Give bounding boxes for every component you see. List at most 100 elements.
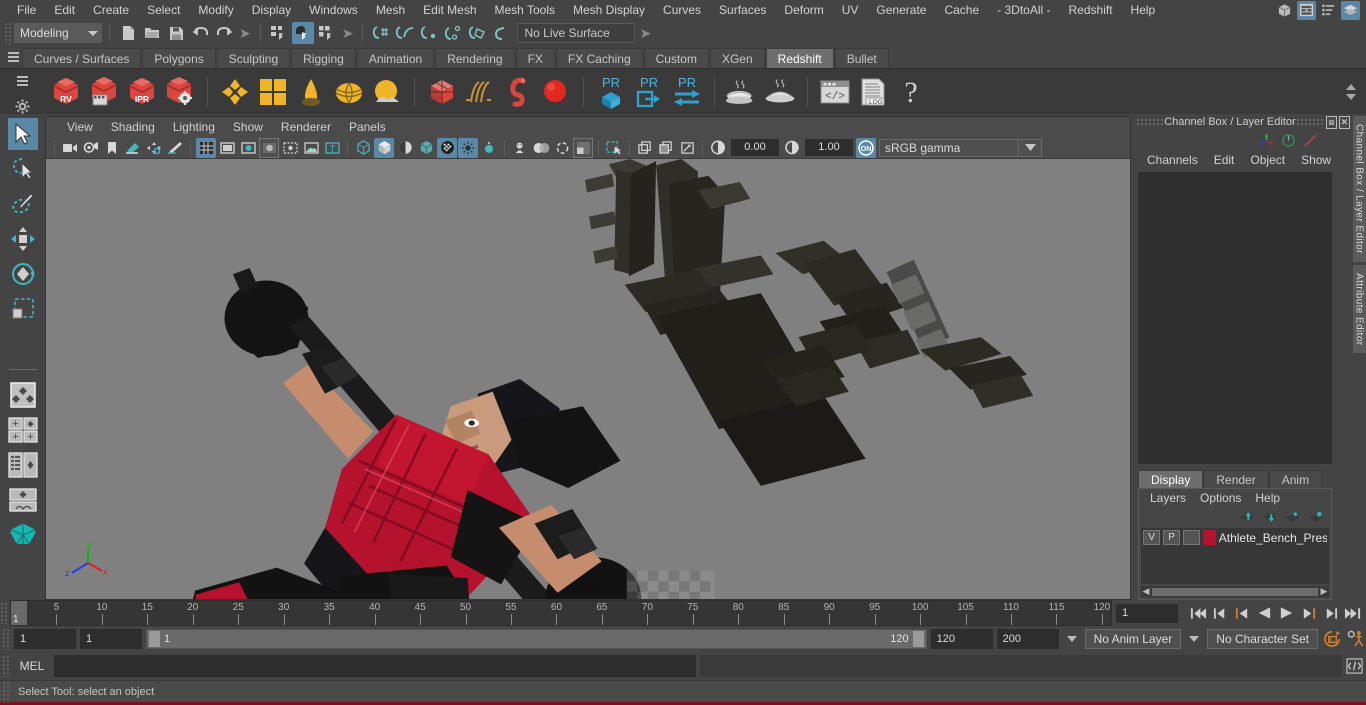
layer-menu-layers[interactable]: Layers bbox=[1143, 489, 1193, 508]
channel-box-icon[interactable] bbox=[1341, 0, 1360, 20]
range-bar[interactable]: 1 120 bbox=[146, 629, 927, 649]
tab-anim[interactable]: Anim bbox=[1268, 470, 1323, 488]
snap-to-view-plane-icon[interactable] bbox=[466, 22, 488, 44]
menu-windows[interactable]: Windows bbox=[300, 0, 367, 20]
field-chart-icon[interactable]: T bbox=[322, 138, 342, 158]
anim-layer-selector[interactable]: No Anim Layer bbox=[1084, 629, 1182, 649]
film-origin-icon[interactable] bbox=[280, 138, 300, 158]
select-tool[interactable] bbox=[7, 118, 38, 150]
tool-settings-icon[interactable] bbox=[1319, 1, 1338, 20]
menu-create[interactable]: Create bbox=[84, 0, 138, 20]
layer-list-horizontal-scrollbar[interactable]: ◀ ▶ bbox=[1141, 586, 1329, 597]
menu-deform[interactable]: Deform bbox=[775, 0, 832, 20]
shelf-tab-animation[interactable]: Animation bbox=[356, 48, 435, 68]
xray-joints-icon[interactable] bbox=[656, 138, 676, 158]
layer-playback-toggle[interactable]: P bbox=[1163, 530, 1181, 545]
viewport-menu-renderer[interactable]: Renderer bbox=[272, 117, 340, 137]
save-scene-icon[interactable] bbox=[165, 22, 187, 44]
time-slider-current-frame-marker[interactable]: 1 bbox=[11, 601, 27, 625]
snap-to-projected-center-icon[interactable] bbox=[442, 22, 464, 44]
shelf-tab-custom[interactable]: Custom bbox=[643, 48, 709, 68]
menu-edit-mesh[interactable]: Edit Mesh bbox=[414, 0, 485, 20]
animation-end-field[interactable]: 200 bbox=[996, 629, 1059, 649]
move-tool[interactable] bbox=[8, 223, 38, 255]
viewport-menu-show[interactable]: Show bbox=[224, 117, 272, 137]
redshift-script-icon[interactable]: </> bbox=[817, 72, 853, 112]
redshift-volume-icon[interactable] bbox=[500, 72, 536, 112]
side-tab-attribute-editor[interactable]: Attribute Editor bbox=[1352, 264, 1366, 354]
menu-curves[interactable]: Curves bbox=[654, 0, 710, 20]
grease-pencil-icon[interactable] bbox=[165, 138, 185, 158]
select-by-object-type-icon[interactable] bbox=[291, 22, 314, 44]
range-start-field[interactable]: 1 bbox=[80, 629, 142, 649]
smooth-shade-icon[interactable] bbox=[374, 137, 394, 158]
tab-display[interactable]: Display bbox=[1138, 470, 1204, 488]
shelf-tab-polygons[interactable]: Polygons bbox=[142, 48, 216, 68]
menu-uv[interactable]: UV bbox=[833, 0, 868, 20]
flat-shade-icon[interactable] bbox=[416, 138, 436, 158]
command-input-field[interactable] bbox=[54, 655, 696, 677]
scale-tool[interactable] bbox=[8, 293, 38, 325]
shelf-tab-sculpting[interactable]: Sculpting bbox=[216, 48, 291, 68]
channel-box-menu-show[interactable]: Show bbox=[1294, 150, 1338, 170]
select-camera-icon[interactable] bbox=[60, 138, 80, 158]
command-line-grip[interactable] bbox=[2, 655, 10, 677]
redshift-sphere-icon[interactable] bbox=[538, 72, 574, 112]
step-back-keyframe-icon[interactable] bbox=[1210, 603, 1230, 623]
camera-attributes-icon[interactable] bbox=[81, 138, 101, 158]
shelf-tab-rigging[interactable]: Rigging bbox=[291, 48, 356, 68]
play-backwards-icon[interactable] bbox=[1254, 603, 1274, 623]
restore-button[interactable]: ⧈ bbox=[1325, 115, 1337, 129]
menu-mesh-display[interactable]: Mesh Display bbox=[564, 0, 654, 20]
use-default-light-icon[interactable] bbox=[458, 137, 478, 158]
shelf-scroll-up-icon[interactable] bbox=[1346, 83, 1356, 90]
auto-key-icon[interactable] bbox=[1322, 629, 1342, 649]
layer-menu-help[interactable]: Help bbox=[1248, 489, 1287, 508]
use-all-lights-icon[interactable] bbox=[479, 138, 499, 158]
screen-space-ao-icon[interactable] bbox=[531, 138, 551, 158]
hypershade-persp-layout[interactable] bbox=[8, 484, 38, 516]
color-management-icon[interactable]: ON bbox=[856, 137, 876, 158]
snap-to-grid-icon[interactable] bbox=[370, 22, 392, 44]
resolution-gate-icon[interactable] bbox=[238, 138, 258, 158]
status-line-grip[interactable] bbox=[4, 22, 12, 44]
redshift-bake-set-icon[interactable] bbox=[762, 72, 798, 112]
menu-surfaces[interactable]: Surfaces bbox=[710, 0, 775, 20]
bookmark-icon[interactable] bbox=[102, 138, 122, 158]
rotate-tool[interactable] bbox=[8, 258, 38, 290]
menu-mesh-tools[interactable]: Mesh Tools bbox=[486, 0, 564, 20]
panel-grip-right[interactable] bbox=[1295, 118, 1324, 126]
menu-mesh[interactable]: Mesh bbox=[367, 0, 414, 20]
toolbar-collapse-handle[interactable]: ➤ bbox=[237, 25, 253, 42]
channel-box-menu-channels[interactable]: Channels bbox=[1140, 150, 1205, 170]
outliner-persp-layout[interactable] bbox=[7, 449, 38, 481]
redshift-bokeh-icon[interactable] bbox=[293, 72, 329, 112]
menu-edit[interactable]: Edit bbox=[45, 0, 84, 20]
redshift-dome-light-icon[interactable] bbox=[331, 72, 367, 112]
shelf-settings-icon[interactable] bbox=[15, 98, 30, 114]
menu-display[interactable]: Display bbox=[243, 0, 300, 20]
gamma-icon[interactable] bbox=[782, 138, 802, 158]
status-bar-grip[interactable] bbox=[2, 680, 10, 703]
move-axis-icon[interactable] bbox=[1259, 133, 1274, 148]
scale-icon[interactable] bbox=[1303, 133, 1318, 148]
command-result-field[interactable] bbox=[700, 655, 1342, 677]
range-slider-grip[interactable] bbox=[2, 628, 10, 650]
shaded-wireframe-icon[interactable] bbox=[395, 138, 415, 158]
toolbar-collapse-handle[interactable]: ➤ bbox=[637, 25, 653, 42]
step-forward-frame-icon[interactable] bbox=[1298, 603, 1318, 623]
step-back-frame-icon[interactable] bbox=[1232, 603, 1252, 623]
redshift-ipr-icon[interactable]: IPR bbox=[124, 72, 160, 112]
snap-to-curve-icon[interactable] bbox=[394, 22, 416, 44]
perspective-viewport[interactable]: y x z persp bbox=[46, 159, 1130, 599]
gamma-value-field[interactable]: 1.00 bbox=[805, 139, 853, 156]
color-profile-chevron-down-icon[interactable] bbox=[1020, 138, 1042, 157]
modeling-toolkit-icon[interactable] bbox=[1275, 1, 1294, 20]
single-perspective-layout[interactable] bbox=[8, 379, 38, 411]
go-to-end-icon[interactable] bbox=[1342, 603, 1362, 623]
shelf-tab-fx[interactable]: FX bbox=[515, 48, 555, 68]
animation-start-field[interactable]: 1 bbox=[14, 629, 76, 649]
channel-box-content[interactable] bbox=[1138, 172, 1332, 464]
select-by-component-type-icon[interactable] bbox=[316, 22, 338, 44]
exposure-icon[interactable] bbox=[301, 138, 321, 158]
